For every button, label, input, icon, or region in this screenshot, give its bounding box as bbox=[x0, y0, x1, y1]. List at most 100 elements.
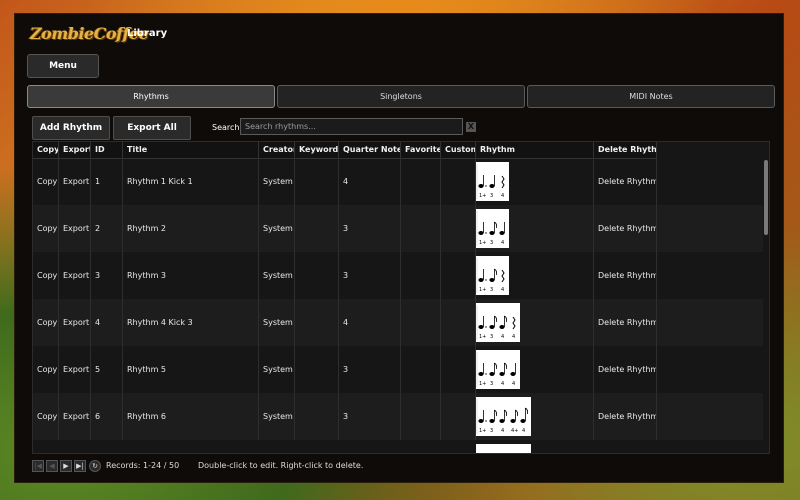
svg-text:3: 3 bbox=[490, 287, 493, 293]
svg-text:3: 3 bbox=[490, 381, 493, 387]
delete-rhythm-link[interactable]: Delete Rhythm bbox=[594, 205, 657, 252]
svg-text:4: 4 bbox=[501, 334, 504, 340]
svg-text:4: 4 bbox=[501, 240, 504, 246]
row-quarter-notes: 3 bbox=[339, 393, 401, 440]
svg-text:3: 3 bbox=[490, 193, 493, 199]
search-label: Search bbox=[212, 123, 240, 132]
row-creator: System bbox=[259, 158, 295, 205]
prev-page-icon[interactable]: ◀ bbox=[46, 460, 58, 472]
export-link[interactable]: Export bbox=[59, 158, 91, 205]
row-custom bbox=[441, 252, 476, 299]
row-title: Rhythm 5 bbox=[123, 346, 259, 393]
export-link[interactable]: Export bbox=[59, 252, 91, 299]
row-favorite[interactable] bbox=[401, 393, 441, 440]
row-quarter-notes: 4 bbox=[339, 158, 401, 205]
tab-rhythms[interactable]: Rhythms bbox=[27, 85, 275, 108]
row-title: Rhythm 4 Kick 3 bbox=[123, 299, 259, 346]
svg-text:1+: 1+ bbox=[479, 240, 486, 246]
tab-midi-notes[interactable]: MIDI Notes bbox=[527, 85, 775, 108]
rhythm-notation-icon: 1+ 3 4 4 bbox=[476, 303, 520, 342]
menu-button[interactable]: Menu bbox=[27, 54, 99, 78]
row-quarter-notes: 4 bbox=[339, 299, 401, 346]
row-favorite[interactable] bbox=[401, 252, 441, 299]
rhythm-notation-icon: 1+ 3 4 bbox=[476, 162, 509, 201]
row-keywords bbox=[295, 205, 339, 252]
row-keywords bbox=[295, 393, 339, 440]
row-rhythm-cell: 1+ 3 4 bbox=[476, 205, 594, 252]
refresh-icon[interactable]: ↻ bbox=[89, 460, 101, 472]
column-header-id[interactable]: ID bbox=[91, 142, 123, 158]
copy-link[interactable]: Copy bbox=[33, 346, 59, 393]
table-row[interactable]: Copy Export 3 Rhythm 3 System 3 1+ 3 4 D… bbox=[33, 252, 763, 299]
row-rhythm-cell: 1+ 3 4 bbox=[476, 252, 594, 299]
svg-text:1+: 1+ bbox=[479, 428, 486, 434]
column-header-copy[interactable]: Copy bbox=[33, 142, 59, 158]
column-header-quarter-notes[interactable]: Quarter Notes bbox=[339, 142, 401, 158]
rhythm-notation-icon: 1+ 3 4 bbox=[476, 209, 509, 248]
copy-link[interactable]: Copy bbox=[33, 299, 59, 346]
search-input[interactable] bbox=[240, 118, 463, 135]
add-rhythm-button[interactable]: Add Rhythm bbox=[32, 116, 110, 140]
scrollbar-thumb[interactable] bbox=[764, 160, 768, 235]
export-all-button[interactable]: Export All bbox=[113, 116, 191, 140]
row-favorite[interactable] bbox=[401, 299, 441, 346]
copy-link[interactable]: Copy bbox=[33, 393, 59, 440]
library-window: ZombieCoffee Library Menu Rhythms Single… bbox=[14, 13, 784, 483]
row-title: Rhythm 2 bbox=[123, 205, 259, 252]
column-header-keywords[interactable]: Keywords bbox=[295, 142, 339, 158]
table-row[interactable]: Copy Export 2 Rhythm 2 System 3 1+ 3 4 D… bbox=[33, 205, 763, 252]
delete-rhythm-link[interactable]: Delete Rhythm bbox=[594, 346, 657, 393]
delete-rhythm-link[interactable]: Delete Rhythm bbox=[594, 299, 657, 346]
row-creator: System bbox=[259, 205, 295, 252]
tab-singletons[interactable]: Singletons bbox=[277, 85, 525, 108]
column-header-delete[interactable]: Delete Rhythm bbox=[594, 142, 657, 158]
export-link[interactable]: Export bbox=[59, 205, 91, 252]
table-row[interactable] bbox=[33, 440, 763, 453]
row-creator: System bbox=[259, 252, 295, 299]
copy-link[interactable]: Copy bbox=[33, 252, 59, 299]
row-custom bbox=[441, 393, 476, 440]
table-row[interactable]: Copy Export 5 Rhythm 5 System 3 1+ 3 4 4… bbox=[33, 346, 763, 393]
export-link[interactable]: Export bbox=[59, 299, 91, 346]
column-header-custom[interactable]: Custom bbox=[441, 142, 476, 158]
delete-rhythm-link[interactable]: Delete Rhythm bbox=[594, 252, 657, 299]
column-header-export[interactable]: Export bbox=[59, 142, 91, 158]
row-favorite[interactable] bbox=[401, 346, 441, 393]
vertical-scrollbar[interactable] bbox=[763, 158, 769, 453]
column-header-creator[interactable]: Creator bbox=[259, 142, 295, 158]
column-header-rhythm[interactable]: Rhythm bbox=[476, 142, 594, 158]
row-id: 4 bbox=[91, 299, 123, 346]
row-favorite[interactable] bbox=[401, 158, 441, 205]
row-favorite[interactable] bbox=[401, 205, 441, 252]
last-page-icon[interactable]: ▶| bbox=[74, 460, 86, 472]
table-row[interactable]: Copy Export 4 Rhythm 4 Kick 3 System 4 1… bbox=[33, 299, 763, 346]
row-custom bbox=[441, 158, 476, 205]
svg-text:4: 4 bbox=[501, 428, 504, 434]
row-quarter-notes: 3 bbox=[339, 346, 401, 393]
footer-hint: Double-click to edit. Right-click to del… bbox=[198, 461, 364, 470]
svg-text:4: 4 bbox=[522, 428, 525, 434]
table-row[interactable]: Copy Export 1 Rhythm 1 Kick 1 System 4 1… bbox=[33, 158, 763, 205]
delete-rhythm-link[interactable]: Delete Rhythm bbox=[594, 158, 657, 205]
svg-text:1+: 1+ bbox=[479, 334, 486, 340]
copy-link[interactable]: Copy bbox=[33, 205, 59, 252]
svg-text:1+: 1+ bbox=[479, 287, 486, 293]
next-page-icon[interactable]: ▶ bbox=[60, 460, 72, 472]
row-id: 5 bbox=[91, 346, 123, 393]
row-title: Rhythm 6 bbox=[123, 393, 259, 440]
copy-link[interactable]: Copy bbox=[33, 158, 59, 205]
row-id: 3 bbox=[91, 252, 123, 299]
export-link[interactable]: Export bbox=[59, 393, 91, 440]
column-header-favorite[interactable]: Favorite bbox=[401, 142, 441, 158]
row-keywords bbox=[295, 158, 339, 205]
column-header-title[interactable]: Title bbox=[123, 142, 259, 158]
svg-text:4: 4 bbox=[501, 193, 504, 199]
clear-search-button[interactable]: X bbox=[466, 122, 476, 132]
table-row[interactable]: Copy Export 6 Rhythm 6 System 3 1+ 3 4 4… bbox=[33, 393, 763, 440]
svg-text:4: 4 bbox=[512, 334, 515, 340]
export-link[interactable]: Export bbox=[59, 346, 91, 393]
first-page-icon[interactable]: |◀ bbox=[32, 460, 44, 472]
rhythm-table: Copy Export ID Title Creator Keywords Qu… bbox=[32, 141, 770, 454]
rhythm-notation-icon bbox=[476, 444, 531, 453]
delete-rhythm-link[interactable]: Delete Rhythm bbox=[594, 393, 657, 440]
